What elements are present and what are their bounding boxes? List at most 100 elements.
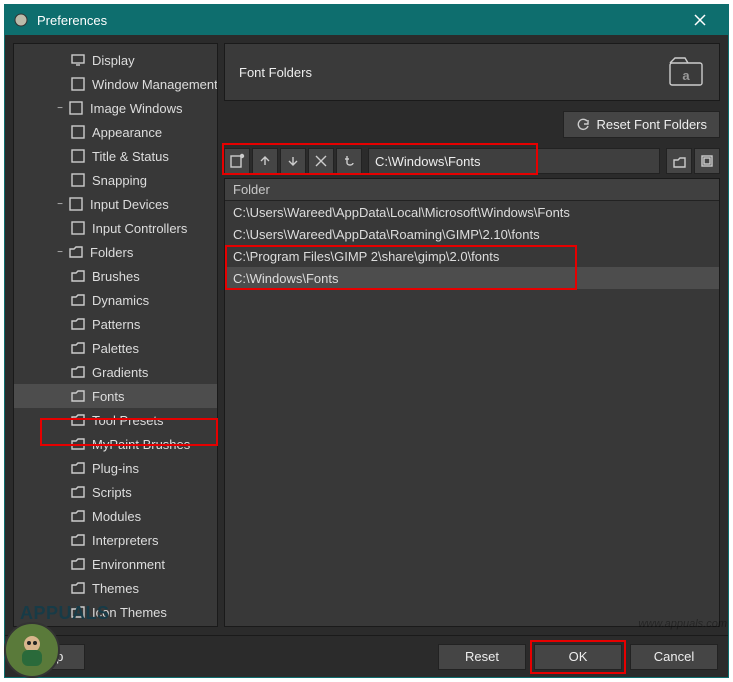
folder-icon [70,340,86,356]
tree-item-input-devices[interactable]: − Input Devices [14,192,217,216]
tree-item-plug-ins[interactable]: Plug-ins [14,456,217,480]
expander-icon[interactable]: − [54,198,66,210]
tree-item-label: Dynamics [92,293,149,308]
font-folder-header-icon: a [667,53,705,91]
expander-icon[interactable]: − [54,246,66,258]
folder-row[interactable]: C:\Windows\Fonts [225,267,719,289]
body: Display Window Management − Image Windows Ap… [5,35,728,635]
tree-item-label: Title & Status [92,149,169,164]
tree-item-image-windows[interactable]: − Image Windows [14,96,217,120]
folder-icon [70,580,86,596]
tree-item-dynamics[interactable]: Dynamics [14,288,217,312]
tree-item-appearance[interactable]: Appearance [14,120,217,144]
folder-icon [70,484,86,500]
tree-item-window-management[interactable]: Window Management [14,72,217,96]
tree-item-folders[interactable]: − Folders [14,240,217,264]
delete-folder-button[interactable] [308,148,334,174]
tree-item-fonts[interactable]: Fonts [14,384,217,408]
move-up-button[interactable] [252,148,278,174]
folder-icon [70,412,86,428]
file-manager-button[interactable] [694,148,720,174]
reset-row: Reset Font Folders [224,101,720,146]
tree-item-brushes[interactable]: Brushes [14,264,217,288]
reset-font-folders-label: Reset Font Folders [596,117,707,132]
watermark-text: www.appuals.com [638,618,727,630]
reset-button[interactable]: Reset [438,644,526,670]
folder-toolbar [224,146,720,176]
content-title: Font Folders [239,65,312,80]
folder-list[interactable]: Folder C:\Users\Wareed\AppData\Local\Mic… [224,178,720,627]
app-icon [13,12,29,28]
tree-item-label: Modules [92,509,141,524]
preferences-window: Preferences Display Window Management − Ima… [4,4,729,678]
tree-item-input-controllers[interactable]: Input Controllers [14,216,217,240]
tree-item-label: Scripts [92,485,132,500]
ok-button[interactable]: OK [534,644,622,670]
folder-icon [70,436,86,452]
tree-item-label: Folders [90,245,133,260]
tree-item-label: Window Management [92,77,218,92]
snap-icon [70,172,86,188]
appearance-icon [70,124,86,140]
browse-button[interactable] [666,148,692,174]
folder-icon [70,388,86,404]
reset-font-folders-button[interactable]: Reset Font Folders [563,111,720,138]
tree-item-label: Input Devices [90,197,169,212]
window-title: Preferences [37,13,680,28]
controller-icon [70,220,86,236]
tree-item-title-status[interactable]: Title & Status [14,144,217,168]
tree-item-label: MyPaint Brushes [92,437,190,452]
folder-icon [70,316,86,332]
folder-icon [68,244,84,260]
tree-item-mypaint-brushes[interactable]: MyPaint Brushes [14,432,217,456]
tree-item-label: Interpreters [92,533,158,548]
tree-item-snapping[interactable]: Snapping [14,168,217,192]
folder-path-input[interactable] [368,148,660,174]
tree-item-label: Environment [92,557,165,572]
appuals-label: APPUALS [20,603,110,624]
tree-item-patterns[interactable]: Patterns [14,312,217,336]
close-button[interactable] [680,5,720,35]
tree-item-label: Palettes [92,341,139,356]
tree-item-label: Snapping [92,173,147,188]
folder-icon [70,460,86,476]
folder-row[interactable]: C:\Program Files\GIMP 2\share\gimp\2.0\f… [225,245,719,267]
move-down-button[interactable] [280,148,306,174]
cancel-button[interactable]: Cancel [630,644,718,670]
category-tree[interactable]: Display Window Management − Image Windows Ap… [13,43,218,627]
titlebar[interactable]: Preferences [5,5,728,35]
folder-icon [70,508,86,524]
content-header: Font Folders a [224,43,720,101]
tree-item-modules[interactable]: Modules [14,504,217,528]
title-icon [70,148,86,164]
tree-item-interpreters[interactable]: Interpreters [14,528,217,552]
tree-item-label: Patterns [92,317,140,332]
dialog-footer: Help Reset OK Cancel [5,635,728,677]
svg-text:a: a [682,68,690,83]
validate-button[interactable] [336,148,362,174]
tree-item-label: Image Windows [90,101,182,116]
tree-item-themes[interactable]: Themes [14,576,217,600]
folder-icon [70,364,86,380]
tree-item-tool-presets[interactable]: Tool Presets [14,408,217,432]
appuals-avatar-icon [4,622,60,678]
folder-icon [70,532,86,548]
tree-item-label: Plug-ins [92,461,139,476]
folder-column-header[interactable]: Folder [225,179,719,201]
content-pane: Font Folders a Reset Font Folders [224,43,720,627]
tree-item-label: Themes [92,581,139,596]
folder-icon [70,292,86,308]
tree-item-gradients[interactable]: Gradients [14,360,217,384]
tree-item-scripts[interactable]: Scripts [14,480,217,504]
tree-item-palettes[interactable]: Palettes [14,336,217,360]
tree-item-label: Input Controllers [92,221,187,236]
folder-row[interactable]: C:\Users\Wareed\AppData\Roaming\GIMP\2.1… [225,223,719,245]
new-folder-button[interactable] [224,148,250,174]
tree-item-label: Fonts [92,389,125,404]
folder-row[interactable]: C:\Users\Wareed\AppData\Local\Microsoft\… [225,201,719,223]
image-icon [68,100,84,116]
expander-icon[interactable]: − [54,102,66,114]
tree-item-display[interactable]: Display [14,48,217,72]
tree-item-environment[interactable]: Environment [14,552,217,576]
tree-item-label: Gradients [92,365,148,380]
